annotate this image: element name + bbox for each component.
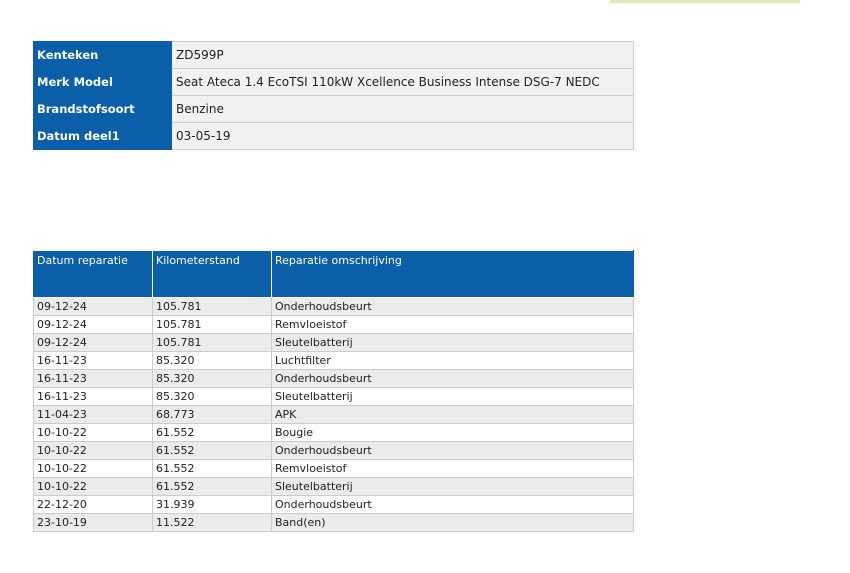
top-accent-strip xyxy=(610,0,800,3)
vehicle-label: Brandstofsoort xyxy=(33,95,172,123)
cell-km: 68.773 xyxy=(152,405,272,424)
vehicle-row-merk-model: Merk Model Seat Ateca 1.4 EcoTSI 110kW X… xyxy=(33,68,634,96)
cell-description: Sleutelbatterij xyxy=(271,477,634,496)
vehicle-row-brandstofsoort: Brandstofsoort Benzine xyxy=(33,95,634,123)
cell-km: 105.781 xyxy=(152,297,272,316)
table-row: 23-10-19 11.522 Band(en) xyxy=(33,513,634,532)
cell-km: 61.552 xyxy=(152,459,272,478)
cell-date: 10-10-22 xyxy=(33,441,153,460)
cell-date: 09-12-24 xyxy=(33,333,153,352)
cell-description: Onderhoudsbeurt xyxy=(271,369,634,388)
cell-description: Remvloeistof xyxy=(271,459,634,478)
cell-date: 16-11-23 xyxy=(33,351,153,370)
cell-km: 31.939 xyxy=(152,495,272,514)
cell-km: 61.552 xyxy=(152,477,272,496)
table-row: 11-04-23 68.773 APK xyxy=(33,405,634,424)
cell-date: 10-10-22 xyxy=(33,423,153,442)
cell-description: Band(en) xyxy=(271,513,634,532)
cell-date: 10-10-22 xyxy=(33,459,153,478)
repair-header-row: Datum reparatie Kilometerstand Reparatie… xyxy=(33,250,634,298)
cell-description: Bougie xyxy=(271,423,634,442)
cell-description: APK xyxy=(271,405,634,424)
cell-km: 85.320 xyxy=(152,369,272,388)
cell-description: Sleutelbatterij xyxy=(271,333,634,352)
cell-date: 09-12-24 xyxy=(33,315,153,334)
table-row: 09-12-24 105.781 Onderhoudsbeurt xyxy=(33,297,634,316)
vehicle-label: Datum deel1 xyxy=(33,122,172,150)
cell-date: 16-11-23 xyxy=(33,369,153,388)
column-header-kilometerstand: Kilometerstand xyxy=(152,250,272,298)
cell-description: Sleutelbatterij xyxy=(271,387,634,406)
table-row: 09-12-24 105.781 Sleutelbatterij xyxy=(33,333,634,352)
vehicle-label: Kenteken xyxy=(33,41,172,69)
vehicle-value: Seat Ateca 1.4 EcoTSI 110kW Xcellence Bu… xyxy=(171,68,634,96)
cell-km: 85.320 xyxy=(152,351,272,370)
vehicle-value: 03-05-19 xyxy=(171,122,634,150)
cell-date: 16-11-23 xyxy=(33,387,153,406)
cell-km: 61.552 xyxy=(152,441,272,460)
vehicle-row-datum-deel1: Datum deel1 03-05-19 xyxy=(33,122,634,150)
table-row: 16-11-23 85.320 Sleutelbatterij xyxy=(33,387,634,406)
table-row: 10-10-22 61.552 Remvloeistof xyxy=(33,459,634,478)
cell-description: Onderhoudsbeurt xyxy=(271,441,634,460)
vehicle-value: ZD599P xyxy=(171,41,634,69)
column-header-datum: Datum reparatie xyxy=(33,250,153,298)
table-row: 10-10-22 61.552 Onderhoudsbeurt xyxy=(33,441,634,460)
table-row: 10-10-22 61.552 Sleutelbatterij xyxy=(33,477,634,496)
vehicle-info-table: Kenteken ZD599P Merk Model Seat Ateca 1.… xyxy=(33,41,634,150)
cell-date: 09-12-24 xyxy=(33,297,153,316)
table-row: 16-11-23 85.320 Onderhoudsbeurt xyxy=(33,369,634,388)
cell-description: Onderhoudsbeurt xyxy=(271,495,634,514)
table-row: 10-10-22 61.552 Bougie xyxy=(33,423,634,442)
cell-date: 23-10-19 xyxy=(33,513,153,532)
table-row: 16-11-23 85.320 Luchtfilter xyxy=(33,351,634,370)
cell-description: Remvloeistof xyxy=(271,315,634,334)
repair-history-table: Datum reparatie Kilometerstand Reparatie… xyxy=(33,250,634,532)
cell-description: Luchtfilter xyxy=(271,351,634,370)
cell-km: 105.781 xyxy=(152,333,272,352)
cell-km: 105.781 xyxy=(152,315,272,334)
cell-date: 11-04-23 xyxy=(33,405,153,424)
cell-description: Onderhoudsbeurt xyxy=(271,297,634,316)
cell-date: 22-12-20 xyxy=(33,495,153,514)
vehicle-row-kenteken: Kenteken ZD599P xyxy=(33,41,634,69)
column-header-omschrijving: Reparatie omschrijving xyxy=(271,250,634,298)
cell-date: 10-10-22 xyxy=(33,477,153,496)
cell-km: 85.320 xyxy=(152,387,272,406)
table-row: 09-12-24 105.781 Remvloeistof xyxy=(33,315,634,334)
vehicle-label: Merk Model xyxy=(33,68,172,96)
table-row: 22-12-20 31.939 Onderhoudsbeurt xyxy=(33,495,634,514)
vehicle-value: Benzine xyxy=(171,95,634,123)
cell-km: 61.552 xyxy=(152,423,272,442)
cell-km: 11.522 xyxy=(152,513,272,532)
